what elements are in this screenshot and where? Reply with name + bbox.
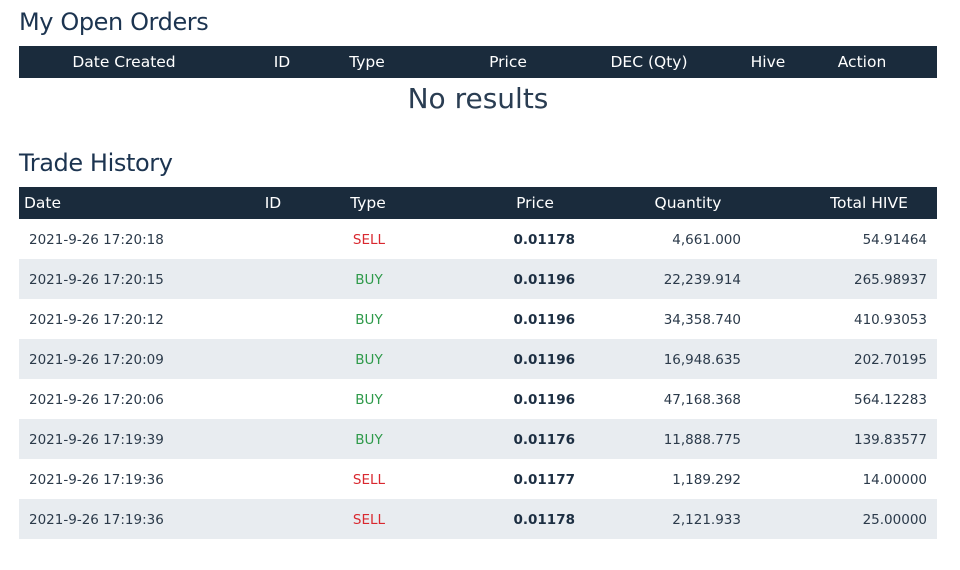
trade-type: SELL bbox=[352, 232, 386, 248]
column-header-type[interactable]: Type bbox=[338, 187, 398, 219]
trade-quantity: 11,888.775 bbox=[663, 432, 741, 448]
trade-type: BUY bbox=[355, 312, 383, 328]
trade-date: 2021-9-26 17:19:36 bbox=[29, 512, 164, 528]
column-header-dec-qty[interactable]: DEC (Qty) bbox=[594, 46, 704, 78]
trade-price: 0.01196 bbox=[513, 352, 576, 368]
trade-date: 2021-9-26 17:20:12 bbox=[29, 312, 164, 328]
open-orders-title: My Open Orders bbox=[19, 8, 209, 36]
column-header-id[interactable]: ID bbox=[262, 46, 302, 78]
trade-total-hive: 202.70195 bbox=[853, 352, 927, 368]
trade-total-hive: 14.00000 bbox=[862, 472, 927, 488]
trade-total-hive: 25.00000 bbox=[862, 512, 927, 528]
trade-type: BUY bbox=[355, 272, 383, 288]
trade-price: 0.01196 bbox=[513, 272, 576, 288]
trade-date: 2021-9-26 17:19:36 bbox=[29, 472, 164, 488]
table-row: 2021-9-26 17:19:39 BUY 0.01176 11,888.775 13… bbox=[19, 419, 937, 459]
trade-type: SELL bbox=[352, 512, 386, 528]
trade-quantity: 2,121.933 bbox=[672, 512, 741, 528]
trade-history-title: Trade History bbox=[19, 149, 173, 177]
trade-date: 2021-9-26 17:20:18 bbox=[29, 232, 164, 248]
column-header-id[interactable]: ID bbox=[253, 187, 293, 219]
trade-history-rows: 2021-9-26 17:20:18 SELL 0.01178 4,661.000 54… bbox=[19, 219, 937, 539]
table-row: 2021-9-26 17:20:12 BUY 0.01196 34,358.740 41… bbox=[19, 299, 937, 339]
trade-price: 0.01196 bbox=[513, 392, 576, 408]
trade-price: 0.01178 bbox=[513, 512, 576, 528]
trade-type: BUY bbox=[355, 352, 383, 368]
trade-price: 0.01178 bbox=[513, 232, 576, 248]
trade-date: 2021-9-26 17:20:09 bbox=[29, 352, 164, 368]
trade-total-hive: 265.98937 bbox=[853, 272, 927, 288]
trade-quantity: 1,189.292 bbox=[672, 472, 741, 488]
table-row: 2021-9-26 17:19:36 SELL 0.01178 2,121.933 25… bbox=[19, 499, 937, 539]
table-row: 2021-9-26 17:20:15 BUY 0.01196 22,239.914 26… bbox=[19, 259, 937, 299]
trade-total-hive: 54.91464 bbox=[862, 232, 927, 248]
table-row: 2021-9-26 17:20:06 BUY 0.01196 47,168.368 56… bbox=[19, 379, 937, 419]
trade-price: 0.01196 bbox=[513, 312, 576, 328]
column-header-action[interactable]: Action bbox=[827, 46, 897, 78]
trade-quantity: 22,239.914 bbox=[663, 272, 741, 288]
trade-price: 0.01177 bbox=[513, 472, 576, 488]
column-header-date[interactable]: Date bbox=[24, 187, 61, 219]
trade-total-hive: 564.12283 bbox=[853, 392, 927, 408]
trade-date: 2021-9-26 17:20:15 bbox=[29, 272, 164, 288]
trade-type: SELL bbox=[352, 472, 386, 488]
trade-date: 2021-9-26 17:20:06 bbox=[29, 392, 164, 408]
trade-history-table-header: Date ID Type Price Quantity Total HIVE bbox=[19, 187, 937, 219]
column-header-quantity[interactable]: Quantity bbox=[638, 187, 738, 219]
table-row: 2021-9-26 17:19:36 SELL 0.01177 1,189.292 14… bbox=[19, 459, 937, 499]
trade-type: BUY bbox=[355, 432, 383, 448]
trade-quantity: 16,948.635 bbox=[663, 352, 741, 368]
trade-total-hive: 139.83577 bbox=[853, 432, 927, 448]
trade-type: BUY bbox=[355, 392, 383, 408]
column-header-hive[interactable]: Hive bbox=[738, 46, 798, 78]
trade-date: 2021-9-26 17:19:39 bbox=[29, 432, 164, 448]
table-row: 2021-9-26 17:20:18 SELL 0.01178 4,661.000 54… bbox=[19, 219, 937, 259]
column-header-total-hive[interactable]: Total HIVE bbox=[814, 187, 924, 219]
trade-price: 0.01176 bbox=[513, 432, 576, 448]
column-header-date-created[interactable]: Date Created bbox=[59, 46, 189, 78]
column-header-price[interactable]: Price bbox=[500, 187, 570, 219]
trade-quantity: 47,168.368 bbox=[663, 392, 741, 408]
column-header-type[interactable]: Type bbox=[337, 46, 397, 78]
open-orders-table-header: Date Created ID Type Price DEC (Qty) Hiv… bbox=[19, 46, 937, 78]
trade-total-hive: 410.93053 bbox=[853, 312, 927, 328]
trade-quantity: 4,661.000 bbox=[672, 232, 741, 248]
table-row: 2021-9-26 17:20:09 BUY 0.01196 16,948.635 20… bbox=[19, 339, 937, 379]
no-results-message: No results bbox=[407, 82, 549, 115]
column-header-price[interactable]: Price bbox=[473, 46, 543, 78]
trade-quantity: 34,358.740 bbox=[663, 312, 741, 328]
